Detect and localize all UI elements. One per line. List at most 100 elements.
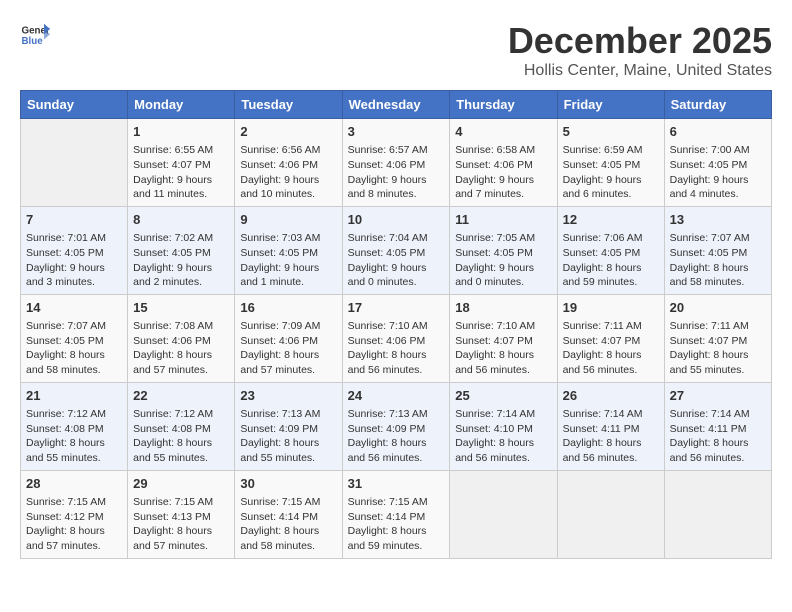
- day-number: 19: [563, 299, 659, 317]
- calendar-week-row: 28 Sunrise: 7:15 AM Sunset: 4:12 PM Dayli…: [21, 470, 772, 558]
- day-number: 11: [455, 211, 551, 229]
- day-number: 21: [26, 387, 122, 405]
- day-number: 10: [348, 211, 445, 229]
- title-area: December 2025 Hollis Center, Maine, Unit…: [508, 20, 772, 80]
- header-wednesday: Wednesday: [342, 91, 450, 119]
- day-number: 9: [240, 211, 336, 229]
- day-info: Sunrise: 7:15 AM Sunset: 4:13 PM Dayligh…: [133, 495, 229, 554]
- day-number: 7: [26, 211, 122, 229]
- calendar-cell: 6Sunrise: 7:00 AM Sunset: 4:05 PM Daylig…: [664, 119, 771, 207]
- day-info: Sunrise: 6:56 AM Sunset: 4:06 PM Dayligh…: [240, 143, 336, 202]
- calendar-cell: 15 Sunrise: 7:08 AM Sunset: 4:06 PM Dayli…: [128, 294, 235, 382]
- calendar-cell: 20 Sunrise: 7:11 AM Sunset: 4:07 PM Dayli…: [664, 294, 771, 382]
- calendar-cell: 11Sunrise: 7:05 AM Sunset: 4:05 PM Dayli…: [450, 206, 557, 294]
- day-info: Sunrise: 7:10 AM Sunset: 4:06 PM Dayligh…: [348, 319, 445, 378]
- calendar-week-row: 1 Sunrise: 6:55 AM Sunset: 4:07 PM Daylig…: [21, 119, 772, 207]
- calendar-cell: 16 Sunrise: 7:09 AM Sunset: 4:06 PM Dayli…: [235, 294, 342, 382]
- calendar-cell: 14 Sunrise: 7:07 AM Sunset: 4:05 PM Dayli…: [21, 294, 128, 382]
- day-number: 20: [670, 299, 766, 317]
- day-number: 12: [563, 211, 659, 229]
- day-info: Sunrise: 7:03 AM Sunset: 4:05 PM Dayligh…: [240, 231, 336, 290]
- calendar-cell: 5Sunrise: 6:59 AM Sunset: 4:05 PM Daylig…: [557, 119, 664, 207]
- calendar-cell: 1 Sunrise: 6:55 AM Sunset: 4:07 PM Daylig…: [128, 119, 235, 207]
- day-number: 1: [133, 123, 229, 141]
- calendar-cell: 13 Sunrise: 7:07 AM Sunset: 4:05 PM Dayli…: [664, 206, 771, 294]
- day-info: Sunrise: 7:02 AM Sunset: 4:05 PM Dayligh…: [133, 231, 229, 290]
- calendar-cell: 9 Sunrise: 7:03 AM Sunset: 4:05 PM Daylig…: [235, 206, 342, 294]
- calendar-week-row: 14 Sunrise: 7:07 AM Sunset: 4:05 PM Dayli…: [21, 294, 772, 382]
- calendar-cell: 4 Sunrise: 6:58 AM Sunset: 4:06 PM Daylig…: [450, 119, 557, 207]
- day-info: Sunrise: 7:00 AM Sunset: 4:05 PM Dayligh…: [670, 143, 766, 202]
- day-info: Sunrise: 7:07 AM Sunset: 4:05 PM Dayligh…: [26, 319, 122, 378]
- calendar-cell: 28 Sunrise: 7:15 AM Sunset: 4:12 PM Dayli…: [21, 470, 128, 558]
- calendar-header-row: SundayMondayTuesdayWednesdayThursdayFrid…: [21, 91, 772, 119]
- day-number: 31: [348, 475, 445, 493]
- logo: General Blue: [20, 20, 50, 50]
- day-number: 14: [26, 299, 122, 317]
- day-info: Sunrise: 7:15 AM Sunset: 4:14 PM Dayligh…: [348, 495, 445, 554]
- calendar-cell: 7 Sunrise: 7:01 AM Sunset: 4:05 PM Daylig…: [21, 206, 128, 294]
- calendar-title: December 2025: [508, 20, 772, 62]
- day-info: Sunrise: 6:57 AM Sunset: 4:06 PM Dayligh…: [348, 143, 445, 202]
- calendar-week-row: 21 Sunrise: 7:12 AM Sunset: 4:08 PM Dayli…: [21, 382, 772, 470]
- day-number: 3: [348, 123, 445, 141]
- calendar-cell: 3 Sunrise: 6:57 AM Sunset: 4:06 PM Daylig…: [342, 119, 450, 207]
- day-number: 24: [348, 387, 445, 405]
- calendar-cell: [664, 470, 771, 558]
- header-friday: Friday: [557, 91, 664, 119]
- day-number: 22: [133, 387, 229, 405]
- day-number: 2: [240, 123, 336, 141]
- calendar-cell: 30 Sunrise: 7:15 AM Sunset: 4:14 PM Dayli…: [235, 470, 342, 558]
- calendar-cell: 23 Sunrise: 7:13 AM Sunset: 4:09 PM Dayli…: [235, 382, 342, 470]
- day-info: Sunrise: 7:04 AM Sunset: 4:05 PM Dayligh…: [348, 231, 445, 290]
- day-number: 25: [455, 387, 551, 405]
- day-info: Sunrise: 7:07 AM Sunset: 4:05 PM Dayligh…: [670, 231, 766, 290]
- day-info: Sunrise: 7:08 AM Sunset: 4:06 PM Dayligh…: [133, 319, 229, 378]
- day-info: Sunrise: 6:55 AM Sunset: 4:07 PM Dayligh…: [133, 143, 229, 202]
- day-number: 28: [26, 475, 122, 493]
- day-number: 4: [455, 123, 551, 141]
- calendar-cell: 21 Sunrise: 7:12 AM Sunset: 4:08 PM Dayli…: [21, 382, 128, 470]
- day-info: Sunrise: 7:14 AM Sunset: 4:11 PM Dayligh…: [670, 407, 766, 466]
- day-number: 15: [133, 299, 229, 317]
- day-number: 13: [670, 211, 766, 229]
- calendar-cell: 2 Sunrise: 6:56 AM Sunset: 4:06 PM Daylig…: [235, 119, 342, 207]
- header-monday: Monday: [128, 91, 235, 119]
- day-info: Sunrise: 7:10 AM Sunset: 4:07 PM Dayligh…: [455, 319, 551, 378]
- header: General Blue December 2025 Hollis Center…: [20, 20, 772, 80]
- calendar-cell: 29Sunrise: 7:15 AM Sunset: 4:13 PM Dayli…: [128, 470, 235, 558]
- header-thursday: Thursday: [450, 91, 557, 119]
- day-number: 26: [563, 387, 659, 405]
- day-info: Sunrise: 7:12 AM Sunset: 4:08 PM Dayligh…: [26, 407, 122, 466]
- calendar-cell: 22 Sunrise: 7:12 AM Sunset: 4:08 PM Dayli…: [128, 382, 235, 470]
- calendar-cell: 31 Sunrise: 7:15 AM Sunset: 4:14 PM Dayli…: [342, 470, 450, 558]
- calendar-cell: [450, 470, 557, 558]
- calendar-cell: 19 Sunrise: 7:11 AM Sunset: 4:07 PM Dayli…: [557, 294, 664, 382]
- logo-icon: General Blue: [20, 20, 50, 50]
- calendar-table: SundayMondayTuesdayWednesdayThursdayFrid…: [20, 90, 772, 559]
- day-info: Sunrise: 7:13 AM Sunset: 4:09 PM Dayligh…: [240, 407, 336, 466]
- header-tuesday: Tuesday: [235, 91, 342, 119]
- day-number: 23: [240, 387, 336, 405]
- day-number: 30: [240, 475, 336, 493]
- day-info: Sunrise: 6:58 AM Sunset: 4:06 PM Dayligh…: [455, 143, 551, 202]
- calendar-cell: 26 Sunrise: 7:14 AM Sunset: 4:11 PM Dayli…: [557, 382, 664, 470]
- day-info: Sunrise: 7:11 AM Sunset: 4:07 PM Dayligh…: [670, 319, 766, 378]
- calendar-cell: 27 Sunrise: 7:14 AM Sunset: 4:11 PM Dayli…: [664, 382, 771, 470]
- day-info: Sunrise: 7:13 AM Sunset: 4:09 PM Dayligh…: [348, 407, 445, 466]
- day-info: Sunrise: 7:11 AM Sunset: 4:07 PM Dayligh…: [563, 319, 659, 378]
- day-info: Sunrise: 7:14 AM Sunset: 4:11 PM Dayligh…: [563, 407, 659, 466]
- day-number: 27: [670, 387, 766, 405]
- day-info: Sunrise: 7:01 AM Sunset: 4:05 PM Dayligh…: [26, 231, 122, 290]
- day-info: Sunrise: 7:12 AM Sunset: 4:08 PM Dayligh…: [133, 407, 229, 466]
- day-number: 5: [563, 123, 659, 141]
- day-info: Sunrise: 7:15 AM Sunset: 4:14 PM Dayligh…: [240, 495, 336, 554]
- calendar-cell: 10 Sunrise: 7:04 AM Sunset: 4:05 PM Dayli…: [342, 206, 450, 294]
- day-info: Sunrise: 7:09 AM Sunset: 4:06 PM Dayligh…: [240, 319, 336, 378]
- day-info: Sunrise: 7:15 AM Sunset: 4:12 PM Dayligh…: [26, 495, 122, 554]
- calendar-cell: [557, 470, 664, 558]
- day-number: 16: [240, 299, 336, 317]
- calendar-subtitle: Hollis Center, Maine, United States: [508, 62, 772, 80]
- calendar-cell: 12Sunrise: 7:06 AM Sunset: 4:05 PM Dayli…: [557, 206, 664, 294]
- calendar-cell: 24 Sunrise: 7:13 AM Sunset: 4:09 PM Dayli…: [342, 382, 450, 470]
